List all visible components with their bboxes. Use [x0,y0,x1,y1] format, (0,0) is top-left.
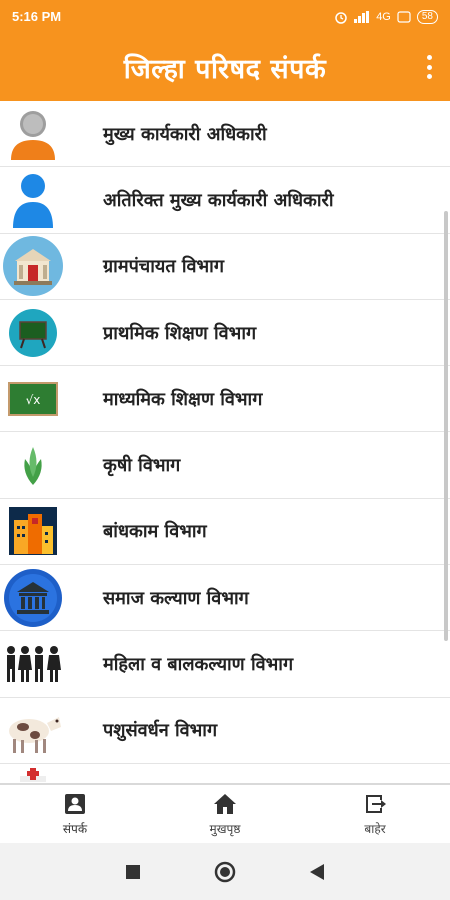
person-icon [0,168,66,232]
network-type: 4G [376,10,391,23]
blackboard-icon [0,301,66,365]
list-item[interactable]: ग्रामपंचायत विभाग [0,233,450,300]
list-item[interactable]: बांधकाम विभाग [0,498,450,566]
list-item[interactable]: कृषी विभाग [0,432,450,499]
alarm-icon [335,11,347,24]
list-item[interactable]: महिला व बालकल्याण विभाग [0,631,450,698]
bottom-navigation: संपर्क मुखपृष्ठ बाहेर [0,783,450,843]
list-item-label: अतिरिक्त मुख्य कार्यकारी अधिकारी [103,189,334,211]
list-item-label: महिला व बालकल्याण विभाग [103,654,294,676]
math-board-icon: √x [0,367,66,431]
list-item[interactable]: पशुसंवर्धन विभाग [0,697,450,764]
nav-label: मुखपृष्ठ [209,821,241,836]
volte-icon [397,10,411,23]
list-scrollbar[interactable] [444,211,448,641]
list-item-label: प्राथमिक शिक्षण विभाग [103,322,257,344]
square-icon[interactable] [125,864,141,880]
list-item[interactable]: समाज कल्याण विभाग [0,565,450,632]
list-item-label: मुख्य कार्यकारी अधिकारी [103,123,267,145]
medical-icon [0,764,66,783]
nav-home[interactable]: मुखपृष्ठ [150,785,300,843]
status-icons: 4G 58 [334,9,438,24]
family-icon [0,632,66,696]
exit-icon [366,794,386,813]
ceo-person-icon [0,102,66,166]
crop-plant-icon [0,433,66,497]
status-bar: 5:16 PM 4G 58 [0,0,450,33]
nav-exit[interactable]: बाहेर [300,785,450,843]
list-item-label: माध्यमिक शिक्षण विभाग [103,388,263,410]
list-item[interactable]: मुख्य कार्यकारी अधिकारी [0,101,450,168]
page-title: जिल्हा परिषद संपर्क [123,53,327,85]
list-item-label: बांधकाम विभाग [103,521,207,543]
list-item-label: कृषी विभाग [103,455,181,477]
buildings-icon [0,499,66,563]
nav-contacts[interactable]: संपर्क [0,785,150,843]
contacts-icon [65,793,85,814]
svg-text:√x: √x [26,393,41,407]
gram-panchayat-building-icon [0,234,66,298]
more-vert-icon[interactable] [424,55,434,79]
list-item-label: पशुसंवर्धन विभाग [103,720,218,742]
department-list: मुख्य कार्यकारी अधिकारी अतिरिक्त मुख्य क… [0,101,450,783]
app-bar: जिल्हा परिषद संपर्क [0,33,450,101]
list-item[interactable]: अतिरिक्त मुख्य कार्यकारी अधिकारी [0,167,450,234]
list-item-label: समाज कल्याण विभाग [103,587,249,609]
list-item[interactable] [0,763,450,783]
system-navigation-bar [0,843,450,900]
circle-icon[interactable] [213,860,237,884]
list-item[interactable]: प्राथमिक शिक्षण विभाग [0,299,450,367]
home-icon [214,793,236,814]
nav-label: संपर्क [62,821,88,836]
nav-label: बाहेर [364,821,386,836]
list-item-label: ग्रामपंचायत विभाग [103,256,224,278]
institution-icon [0,566,66,630]
battery-icon: 58 [416,9,438,24]
cow-icon [0,698,66,762]
signal-icon [354,10,370,23]
list-item[interactable]: √x माध्यमिक शिक्षण विभाग [0,366,450,433]
status-time: 5:16 PM [12,9,62,24]
triangle-back-icon[interactable] [309,863,325,881]
